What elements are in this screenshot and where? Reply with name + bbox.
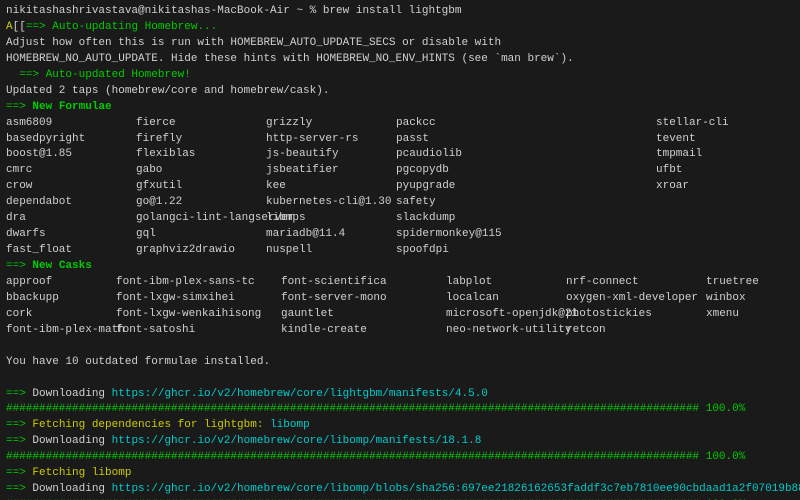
fetching-libomp: ==> Fetching libomp bbox=[6, 466, 794, 482]
new-casks-header: ==> New Casks bbox=[6, 259, 794, 275]
formulae-row2: basedpyright firefly http-server-rs pass… bbox=[6, 132, 794, 148]
formulae-row9: fast_float graphviz2drawio nuspell spoof… bbox=[6, 243, 794, 259]
downloading-manifest: ==> Downloading https://ghcr.io/v2/homeb… bbox=[6, 387, 794, 403]
hash-bar1: ########################################… bbox=[6, 402, 794, 418]
casks-row4: font-ibm-plex-math font-satoshi kindle-c… bbox=[6, 323, 794, 339]
casks-row3: cork font-lxgw-wenkaihisong gauntlet mic… bbox=[6, 307, 794, 323]
prompt-line: nikitashashrivastava@nikitashas-MacBook-… bbox=[6, 4, 794, 20]
auto-update-line: A[[==> Auto-updating Homebrew... bbox=[6, 20, 794, 36]
downloading-libomp-blob: ==> Downloading https://ghcr.io/v2/homeb… bbox=[6, 482, 794, 498]
fetching-deps: ==> Fetching dependencies for lightgbm: … bbox=[6, 418, 794, 434]
formulae-row4: cmrc gabo jsbeatifier pgcopydb ufbt bbox=[6, 163, 794, 179]
info-line1: Adjust how often this is run with HOMEBR… bbox=[6, 36, 794, 52]
formulae-row8: dwarfs gql mariadb@11.4 spidermonkey@115 bbox=[6, 227, 794, 243]
hash-bar2: ########################################… bbox=[6, 450, 794, 466]
downloading-libomp-manifest: ==> Downloading https://ghcr.io/v2/homeb… bbox=[6, 434, 794, 450]
auto-updated-line: ==> Auto-updated Homebrew! bbox=[6, 68, 794, 84]
new-formulae-header: ==> New Formulae bbox=[6, 100, 794, 116]
casks-row2: bbackupp font-lxgw-simxihei font-server-… bbox=[6, 291, 794, 307]
blank-line2 bbox=[6, 371, 794, 387]
formulae-row5: crow gfxutil kee pyupgrade xroar bbox=[6, 179, 794, 195]
terminal: nikitashashrivastava@nikitashas-MacBook-… bbox=[0, 0, 800, 500]
formulae-row6: dependabot go@1.22 kubernetes-cli@1.30 s… bbox=[6, 195, 794, 211]
outdated-formulae: You have 10 outdated formulae installed. bbox=[6, 355, 794, 371]
formulae-row3: boost@1.85 flexiblas js-beautify pcaudio… bbox=[6, 147, 794, 163]
blank-line1 bbox=[6, 339, 794, 355]
updated-taps: Updated 2 taps (homebrew/core and homebr… bbox=[6, 84, 794, 100]
formulae-row7: dra golangci-lint-langserver libmps slac… bbox=[6, 211, 794, 227]
formulae-row1: asm6809 fierce grizzly packcc stellar-cl… bbox=[6, 116, 794, 132]
info-line2: HOMEBREW_NO_AUTO_UPDATE. Hide these hint… bbox=[6, 52, 794, 68]
casks-row1: approof font-ibm-plex-sans-tc font-scien… bbox=[6, 275, 794, 291]
